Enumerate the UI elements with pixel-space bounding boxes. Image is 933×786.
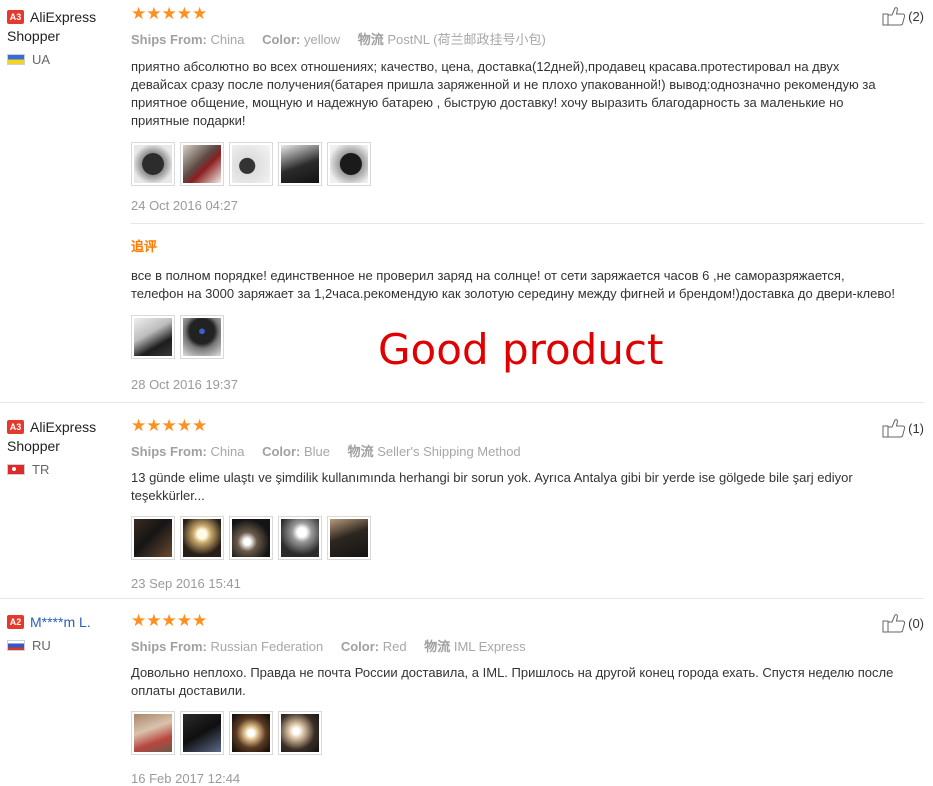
review-content: ★★★★★ Ships From: Russian Federation Col… xyxy=(131,612,896,786)
order-meta: Ships From: China Color: yellow 物流 PostN… xyxy=(131,32,546,47)
review-photo[interactable] xyxy=(229,142,273,186)
reviewer-info: A3 AliExpress Shopper UA xyxy=(7,8,125,67)
star-rating: ★★★★★ xyxy=(131,611,208,630)
review-photo[interactable] xyxy=(229,711,273,755)
review-date: 24 Oct 2016 04:27 xyxy=(131,198,238,213)
review-photo[interactable] xyxy=(131,315,175,359)
color-value: Red xyxy=(382,639,407,654)
review-divider xyxy=(0,598,924,599)
review-text: Довольно неплохо. Правда не почта России… xyxy=(131,665,894,698)
country-row: UA xyxy=(7,52,125,67)
review-photo[interactable] xyxy=(278,142,322,186)
review-divider xyxy=(0,402,924,403)
review-date: 16 Feb 2017 12:44 xyxy=(131,771,241,786)
level-badge: A3 xyxy=(7,10,24,24)
review-photo[interactable] xyxy=(278,516,322,560)
turkey-flag-icon xyxy=(7,464,25,475)
ukraine-flag-icon xyxy=(7,54,25,65)
order-meta: Ships From: China Color: Blue 物流 Seller'… xyxy=(131,444,521,459)
country-code: TR xyxy=(32,462,50,477)
ships-from-value: China xyxy=(210,444,245,459)
country-code: UA xyxy=(32,52,51,67)
review-photo[interactable] xyxy=(278,711,322,755)
review-photo[interactable] xyxy=(131,142,175,186)
order-meta: Ships From: Russian Federation Color: Re… xyxy=(131,639,526,654)
thumbs-up-icon xyxy=(882,614,906,633)
color-value: Blue xyxy=(303,444,330,459)
review-photo[interactable] xyxy=(180,711,224,755)
thumbs-up-icon xyxy=(882,419,906,438)
review-photos xyxy=(131,142,896,186)
ships-from-value: China xyxy=(210,32,245,47)
reviewer-info: A2 M****m L. RU xyxy=(7,613,125,653)
helpful-button[interactable]: (2) xyxy=(882,6,924,26)
color-value: yellow xyxy=(303,32,341,47)
review-photo[interactable] xyxy=(327,142,371,186)
helpful-button[interactable]: (0) xyxy=(882,613,924,633)
country-row: RU xyxy=(7,638,125,653)
russia-flag-icon xyxy=(7,640,25,651)
review-text: приятно абсолютно во всех отношениях; ка… xyxy=(131,59,876,128)
reviewer-name-link[interactable]: M****m L. xyxy=(30,614,91,630)
country-row: TR xyxy=(7,462,125,477)
review-photo[interactable] xyxy=(327,516,371,560)
logistics-value: PostNL (荷兰邮政挂号小包) xyxy=(387,32,546,47)
review-date: 23 Sep 2016 15:41 xyxy=(131,576,241,591)
star-rating: ★★★★★ xyxy=(131,416,208,435)
review-photo[interactable] xyxy=(180,315,224,359)
country-code: RU xyxy=(32,638,51,653)
ships-from-value: Russian Federation xyxy=(210,639,324,654)
thumbs-up-icon xyxy=(882,7,906,26)
review-content: ★★★★★ Ships From: China Color: Blue 物流 S… xyxy=(131,417,896,591)
review-photo[interactable] xyxy=(180,516,224,560)
review-photo[interactable] xyxy=(180,142,224,186)
review-photo[interactable] xyxy=(131,516,175,560)
logistics-value: IML Express xyxy=(453,639,526,654)
review-text: 13 günde elime ulaştı ve şimdilik kullan… xyxy=(131,470,853,503)
overlay-annotation: Good product xyxy=(378,325,664,374)
level-badge: A3 xyxy=(7,420,24,434)
followup-text: все в полном порядке! единственное не пр… xyxy=(131,268,895,301)
logistics-value: Seller's Shipping Method xyxy=(377,444,521,459)
star-rating: ★★★★★ xyxy=(131,4,208,23)
helpful-button[interactable]: (1) xyxy=(882,418,924,438)
review-photo[interactable] xyxy=(229,516,273,560)
review-photo[interactable] xyxy=(131,711,175,755)
followup-label: 追评 xyxy=(131,239,158,254)
followup-divider xyxy=(131,223,924,224)
helpful-count: (0) xyxy=(908,615,924,631)
level-badge: A2 xyxy=(7,615,24,629)
review-photos xyxy=(131,711,896,755)
helpful-count: (2) xyxy=(908,8,924,24)
review-date: 28 Oct 2016 19:37 xyxy=(131,377,238,392)
reviewer-info: A3 AliExpress Shopper TR xyxy=(7,418,125,477)
review-photos xyxy=(131,516,896,560)
helpful-count: (1) xyxy=(908,420,924,436)
